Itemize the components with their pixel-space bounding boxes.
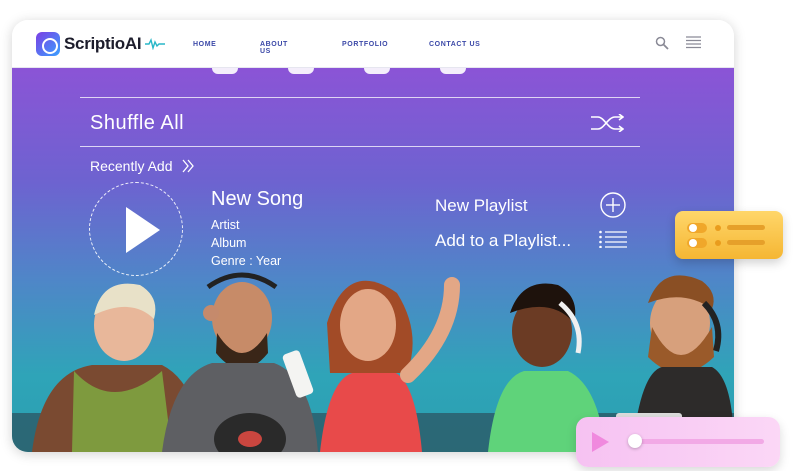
nav-about-us[interactable]: ABOUT US: [260, 41, 288, 55]
song-title: New Song: [211, 188, 304, 210]
progress-track[interactable]: [627, 434, 764, 448]
brand-name: ScriptioAI: [64, 34, 142, 53]
double-chevron-right-icon: [182, 159, 194, 173]
nav-contact-us[interactable]: CONTACT US: [429, 41, 480, 48]
placeholder-line: [727, 240, 765, 245]
recently-added-label: Recently Add: [90, 158, 173, 174]
playlist-icon[interactable]: [599, 230, 627, 248]
top-navbar: ScriptioAI HOME ABOUT US PORTFOLIO CONTA…: [12, 20, 734, 68]
song-album: Album: [211, 236, 247, 250]
decor-pill: [212, 68, 238, 74]
toggle-switch[interactable]: [687, 223, 707, 233]
decor-pill: [288, 68, 314, 74]
mini-player-card: [576, 417, 780, 467]
shuffle-all-label[interactable]: Shuffle All: [90, 112, 184, 135]
song-artist: Artist: [211, 218, 240, 232]
add-to-playlist-button[interactable]: Add to a Playlist...: [435, 231, 571, 251]
decor-pill: [364, 68, 390, 74]
divider: [80, 97, 640, 98]
play-icon: [126, 207, 160, 253]
bullet-dot: [715, 240, 721, 246]
toggle-switch[interactable]: [687, 238, 707, 248]
bullet-dot: [715, 225, 721, 231]
nav-home[interactable]: HOME: [193, 41, 216, 48]
shuffle-icon[interactable]: [590, 114, 624, 132]
placeholder-line: [727, 225, 765, 230]
divider: [80, 146, 640, 147]
wave-icon: [145, 38, 166, 50]
brand-logo[interactable]: ScriptioAI: [36, 31, 166, 57]
play-button[interactable]: [89, 182, 183, 276]
search-icon[interactable]: [655, 36, 669, 50]
decorative-pills: [212, 68, 516, 74]
music-player-hero: Shuffle All Recently Add New Song Artist…: [12, 68, 734, 452]
mini-play-icon[interactable]: [592, 432, 609, 452]
progress-knob[interactable]: [627, 434, 642, 448]
menu-icon[interactable]: [686, 36, 701, 50]
recently-added-link[interactable]: Recently Add: [90, 158, 195, 174]
settings-toggles-card: [675, 211, 783, 259]
app-window: ScriptioAI HOME ABOUT US PORTFOLIO CONTA…: [12, 20, 734, 452]
new-playlist-button[interactable]: New Playlist: [435, 196, 528, 216]
plus-circle-icon[interactable]: [600, 192, 626, 218]
nav-portfolio[interactable]: PORTFOLIO: [342, 41, 388, 48]
decor-pill: [440, 68, 466, 74]
logo-icon: [36, 32, 60, 56]
